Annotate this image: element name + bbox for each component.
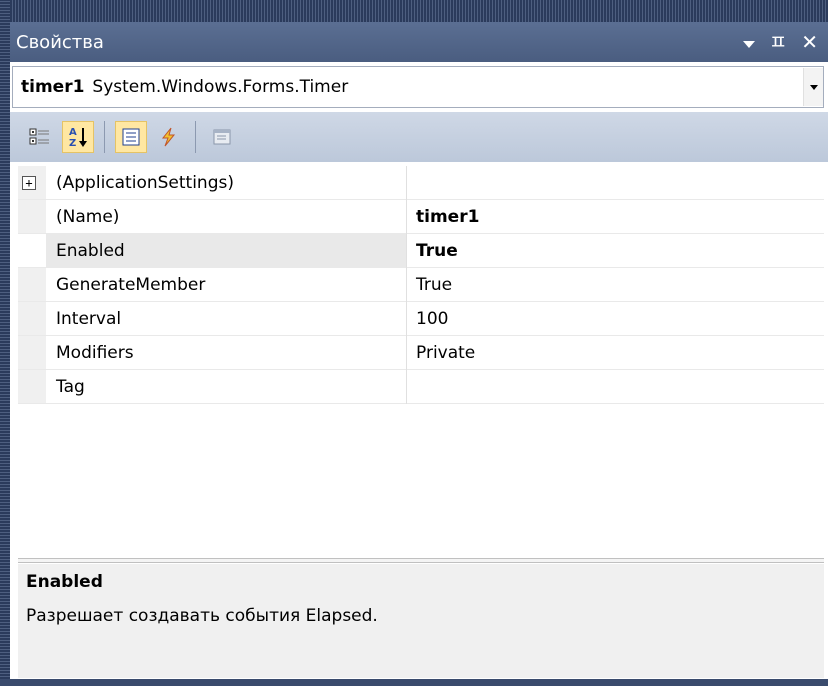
description-title: Enabled: [26, 572, 103, 592]
object-selector[interactable]: timer1 System.Windows.Forms.Timer: [12, 66, 824, 108]
column-divider: [406, 234, 407, 268]
property-row[interactable]: + (ApplicationSettings): [18, 166, 824, 200]
property-name: Interval: [56, 308, 122, 329]
expand-icon[interactable]: +: [22, 175, 36, 190]
property-name: Tag: [56, 376, 85, 397]
object-type: System.Windows.Forms.Timer: [92, 77, 349, 97]
property-value[interactable]: True: [416, 241, 458, 261]
properties-icon: [122, 128, 140, 146]
events-icon: [161, 127, 176, 147]
property-name: (Name): [56, 206, 120, 227]
description-splitter[interactable]: [18, 558, 824, 563]
svg-text:Z: Z: [69, 138, 76, 149]
svg-text:A: A: [69, 127, 77, 138]
object-name: timer1: [21, 77, 85, 97]
column-divider: [406, 166, 407, 200]
property-name: Enabled: [56, 240, 125, 261]
categorized-icon: [29, 128, 49, 145]
property-value[interactable]: timer1: [416, 207, 479, 227]
property-grid: + (ApplicationSettings) (Name) timer1 En…: [18, 166, 824, 558]
properties-toolbar: A Z: [10, 112, 828, 162]
property-value[interactable]: Private: [416, 343, 475, 363]
property-pages-button[interactable]: [206, 121, 238, 153]
column-divider: [406, 302, 407, 336]
property-row[interactable]: GenerateMember True: [18, 268, 824, 302]
properties-button[interactable]: [115, 121, 147, 153]
chevron-down-icon: [809, 84, 818, 90]
close-icon[interactable]: ✕: [801, 32, 818, 52]
column-divider: [406, 370, 407, 404]
pin-icon[interactable]: ㅍ: [769, 32, 787, 52]
property-row[interactable]: Modifiers Private: [18, 336, 824, 370]
property-value[interactable]: 100: [416, 309, 448, 329]
toolbar-separator: [104, 121, 105, 153]
window-position-dropdown-icon[interactable]: [742, 40, 755, 48]
events-button[interactable]: [153, 121, 185, 153]
property-name: Modifiers: [56, 342, 134, 363]
property-pages-icon: [213, 129, 231, 145]
window-left-edge: [0, 0, 10, 686]
description-text: Разрешает создавать события Elapsed.: [26, 606, 378, 626]
categorized-button[interactable]: [24, 121, 56, 153]
property-row[interactable]: (Name) timer1: [18, 200, 824, 234]
alphabetical-icon: A Z: [69, 127, 87, 149]
window-top-strip: [0, 0, 828, 22]
properties-window: Свойства ㅍ ✕ timer1 System.Windows.Forms…: [0, 0, 828, 686]
title-bar[interactable]: Свойства ㅍ ✕: [10, 22, 828, 62]
column-divider: [406, 268, 407, 302]
property-row[interactable]: Interval 100: [18, 302, 824, 336]
column-divider: [406, 200, 407, 234]
description-panel: Enabled Разрешает создавать события Elap…: [18, 564, 824, 678]
property-name: GenerateMember: [56, 274, 206, 295]
column-divider: [406, 336, 407, 370]
property-row-selected[interactable]: Enabled True: [18, 234, 824, 268]
property-row[interactable]: Tag: [18, 370, 824, 404]
window-bottom-edge: [0, 679, 828, 686]
toolbar-separator: [195, 121, 196, 153]
alphabetical-button[interactable]: A Z: [62, 121, 94, 153]
object-selector-dropdown-button[interactable]: [803, 68, 823, 106]
window-title: Свойства: [16, 31, 104, 53]
property-name: (ApplicationSettings): [56, 172, 234, 193]
property-value[interactable]: True: [416, 275, 452, 295]
